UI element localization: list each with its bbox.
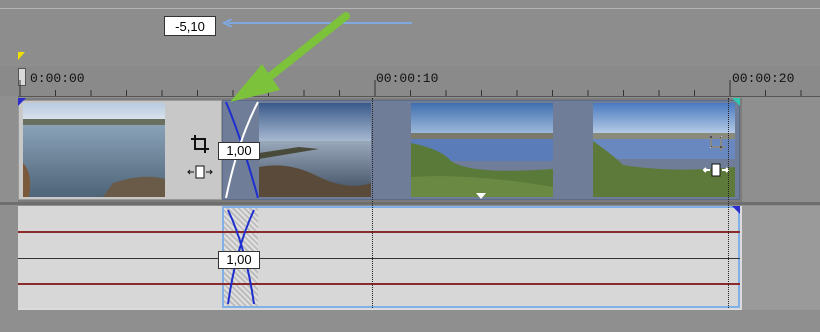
ruler-label-0: 0:00:00 xyxy=(30,71,85,86)
marker-line-20s xyxy=(728,98,729,308)
fade-in-handle-icon[interactable] xyxy=(18,98,26,106)
timeline-empty-area[interactable] xyxy=(742,206,820,310)
pan-icon[interactable] xyxy=(702,162,730,178)
audio-clip-1[interactable] xyxy=(18,206,222,308)
timeline-window: -5,10 0:00:00 00:00:10 00:00:20 1,00 1,0… xyxy=(0,0,820,332)
clip-2-thumbnail-2 xyxy=(411,103,553,197)
audio-waveform-1 xyxy=(18,231,740,233)
clip-1-thumbnail xyxy=(23,103,165,197)
audio-channel-divider xyxy=(18,258,740,259)
marker-bar-divider xyxy=(0,8,820,9)
crop-icon[interactable] xyxy=(706,132,726,152)
audio-waveform-2 xyxy=(18,283,740,285)
offset-arrow-icon xyxy=(222,19,412,27)
marker-line-10s xyxy=(372,98,373,308)
offset-value-box: -5,10 xyxy=(164,16,216,36)
pan-icon[interactable] xyxy=(186,164,214,180)
clip-marker-icon xyxy=(476,193,486,199)
audio-crossfade-value: 1,00 xyxy=(218,251,260,269)
clip-2-thumbnail-1 xyxy=(259,103,371,197)
marker-bar[interactable] xyxy=(0,0,820,64)
video-clip-2[interactable] xyxy=(222,100,740,200)
playhead-flag-icon[interactable] xyxy=(18,52,25,60)
ruler-baseline xyxy=(18,96,820,97)
ruler-label-20: 00:00:20 xyxy=(732,71,795,86)
selected-audio-clip[interactable] xyxy=(222,206,740,308)
audio-fade-out-handle-icon[interactable] xyxy=(732,206,740,214)
ruler-label-10: 00:00:10 xyxy=(376,71,439,86)
fade-out-handle-icon[interactable] xyxy=(732,98,740,106)
track-divider xyxy=(0,202,820,205)
crop-icon[interactable] xyxy=(190,134,210,154)
video-crossfade-value: 1,00 xyxy=(218,142,260,160)
